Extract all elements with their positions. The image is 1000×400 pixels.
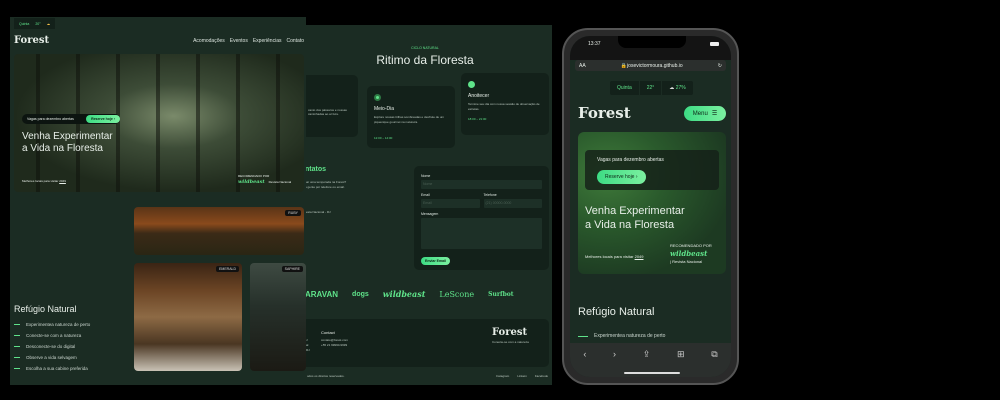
lock-icon: 🔒josevictormoura.github.io: [620, 62, 683, 69]
nav-experiencias[interactable]: Experiências: [253, 38, 282, 44]
contact-page-screenshot: CICLO NATURAL Ritimo da Floresta canto d…: [305, 25, 552, 385]
nav-acomodacoes[interactable]: Acomodações: [193, 38, 225, 44]
section-title: Ritimo da Floresta: [376, 53, 474, 67]
home-indicator: [624, 372, 680, 374]
card-morning: canto dos pássaros e nossas caminhadas a…: [305, 75, 358, 137]
list-item: Experimentea natureza de perto: [594, 333, 666, 339]
sun-cloud-icon: ☁: [46, 21, 51, 26]
refugio-title: Refúgio Natural: [578, 306, 655, 318]
cabin-saphire-image: SAPHIRE: [250, 263, 306, 371]
partner-lescone: LeScone: [439, 289, 475, 299]
list-item: Escolha a sua cabine preferida: [14, 366, 90, 371]
main-nav: Acomodações Eventos Experiências Contato: [193, 38, 304, 44]
status-time: 13:37: [588, 41, 601, 47]
menu-button[interactable]: Menu ☰: [684, 106, 726, 121]
linkedin-link[interactable]: Linkein: [517, 374, 527, 378]
list-item: Experimentea natureza de perto: [14, 322, 90, 327]
contact-title: ntatos: [305, 166, 326, 173]
list-item: Desconecte-se do digital: [14, 344, 90, 349]
tabs-icon[interactable]: ⧉: [711, 349, 717, 377]
moon-icon: [468, 81, 475, 88]
refugio-title: Refúgio Natural: [14, 304, 77, 314]
name-input[interactable]: Nome: [421, 180, 542, 189]
card-midday: Meio-Dia Explore nossas trilhas sombread…: [367, 86, 455, 148]
partner-wildbeast: wildbeast: [382, 289, 426, 299]
notch: [618, 36, 686, 48]
wildbeast-logo: wildbeast: [238, 179, 265, 185]
reserve-button[interactable]: Reserve hoje ›: [86, 115, 120, 123]
facebook-link[interactable]: Facebook: [535, 374, 548, 378]
instagram-link[interactable]: Instagram: [496, 374, 509, 378]
hamburger-icon: ☰: [711, 111, 718, 117]
eyebrow: CICLO NATURAL: [411, 46, 439, 50]
footer-card: Contact contato@forest.com +55 21 99990-…: [305, 319, 549, 367]
back-icon[interactable]: ‹: [583, 349, 586, 377]
footer-logo: Forest: [492, 327, 528, 338]
reload-icon[interactable]: ↻: [718, 63, 722, 69]
card-evening: Anoitecer Termine seu dia com nossa sess…: [461, 73, 549, 135]
phone-screen: 13:37 AA 🔒josevictormoura.github.io ↻ Qu…: [570, 36, 731, 377]
cabin-emerald-image: EMERALD: [134, 263, 242, 371]
cloud-icon: ☁: [669, 85, 675, 91]
refugio-list: Experimentea natureza de perto Conecte-s…: [14, 322, 90, 377]
logo: Forest: [14, 35, 50, 46]
logo: Forest: [578, 104, 631, 122]
wildbeast-logo: wildbeast: [670, 249, 708, 258]
hero-forest-image: Vagas para dezembro abertas Reserve hoje…: [14, 54, 304, 192]
submit-button[interactable]: Enviar Email: [421, 257, 451, 265]
sun-icon: [374, 94, 381, 101]
availability-card: Vagas para dezembro abertas Reserve hoje…: [585, 150, 719, 190]
phone-mockup: 13:37 AA 🔒josevictormoura.github.io ↻ Qu…: [562, 28, 739, 385]
nav-contato[interactable]: Contato: [286, 38, 304, 44]
hero-forest-image: Vagas para dezembro abertas Reserve hoje…: [578, 132, 726, 274]
partner-dogs: dogs: [352, 290, 369, 298]
availability-pill: Vagas para dezembro abertas Reserve hoje…: [22, 114, 120, 124]
address-bar[interactable]: AA 🔒josevictormoura.github.io ↻: [575, 60, 726, 71]
list-item: Observe a vida selvagem: [14, 355, 90, 360]
reserve-button[interactable]: Reserve hoje ›: [597, 170, 646, 184]
phone-input[interactable]: (21) 00000-0000: [483, 199, 542, 208]
email-input[interactable]: Email: [421, 199, 480, 208]
partner-logos: ARAVAN dogs wildbeast LeScone Surfbot: [305, 289, 545, 299]
weather-widget: Quinta 20° ☁: [14, 18, 56, 29]
battery-icon: [710, 42, 719, 46]
nav-eventos[interactable]: Eventos: [230, 38, 248, 44]
message-textarea[interactable]: [421, 218, 542, 249]
list-item: Conecte-se com a natureza: [14, 333, 90, 338]
partner-aravan: ARAVAN: [305, 289, 339, 299]
desktop-home-screenshot: Quinta 20° ☁ Forest Acomodações Eventos …: [10, 17, 306, 385]
forward-icon[interactable]: ›: [613, 349, 616, 377]
weather-widget: Quinta 22° ☁ 27%: [610, 81, 693, 95]
cabin-ruby-image: RUBY: [134, 207, 304, 255]
contact-form: Nome Nome Email Email Telefone (21) 00000-…: [414, 166, 549, 270]
partner-surfbot: Surfbot: [488, 290, 514, 298]
